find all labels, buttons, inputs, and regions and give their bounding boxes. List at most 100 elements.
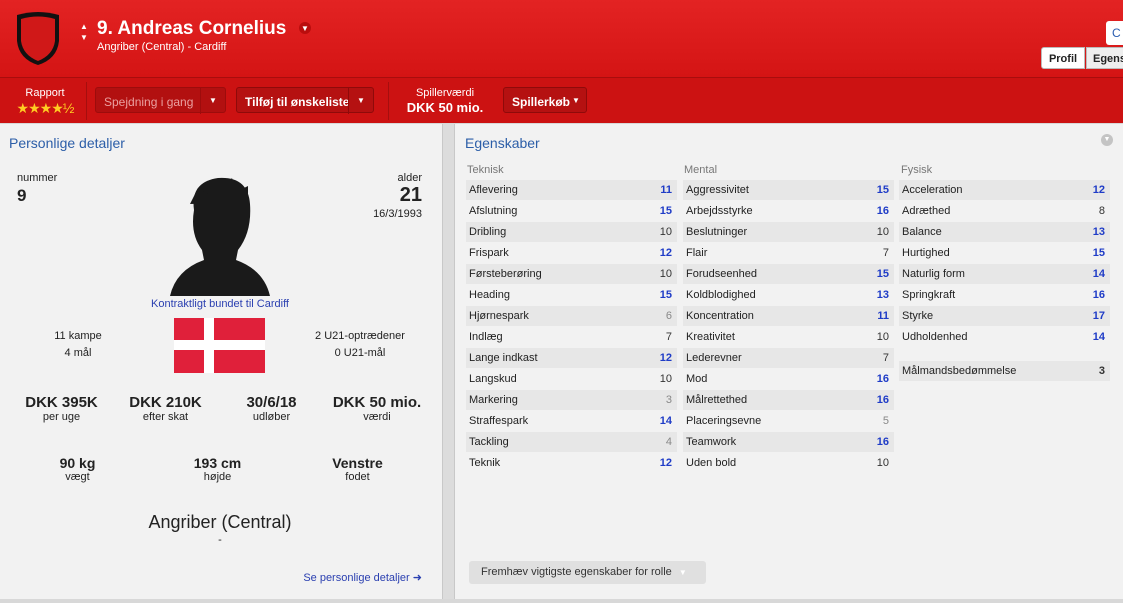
prev-next-player-arrows[interactable]: ▲ ▼ [80, 21, 90, 43]
attribute-row[interactable]: Dribling 10 [466, 222, 677, 242]
attribute-row[interactable]: Teamwork 16 [683, 432, 894, 452]
collapse-chevron-icon[interactable]: ▼ [1101, 134, 1113, 146]
wishlist-dropdown[interactable]: Tilføj til ønskeliste ▼ [236, 87, 374, 114]
attribute-row[interactable]: Frispark 12 [466, 243, 677, 263]
player-value-label: Spillerværdi [415, 87, 475, 99]
attribute-name: Mod [686, 373, 708, 385]
attribute-row[interactable]: Balance 13 [899, 222, 1110, 242]
contract-link[interactable]: Kontraktligt bundet til Cardiff [120, 298, 320, 310]
tab-egenskaber[interactable]: Egenskaber [1086, 47, 1123, 69]
attribute-row[interactable]: Langskud 10 [466, 369, 677, 389]
rating-stars[interactable]: ★★★★½ [12, 100, 78, 117]
attribute-row[interactable]: Beslutninger 10 [683, 222, 894, 242]
attributes-title: Egenskaber [465, 135, 540, 151]
attribute-row[interactable]: Afslutning 15 [466, 201, 677, 221]
scouting-dropdown[interactable]: Spejdning i gang ▼ [95, 87, 226, 114]
attribute-row[interactable]: Førsteberøring 10 [466, 264, 677, 284]
attribute-name: Naturlig form [902, 268, 965, 280]
attribute-row[interactable]: Heading 15 [466, 285, 677, 305]
attribute-row[interactable]: Målrettethed 16 [683, 390, 894, 410]
attribute-name: Heading [469, 289, 510, 301]
attribute-row[interactable]: Koldblodighed 13 [683, 285, 894, 305]
attributes-panel: Egenskaber ▼ Teknisk Mental Fysisk Aflev… [455, 124, 1123, 599]
chevron-down-icon[interactable]: ▼ [200, 88, 225, 114]
attribute-value: 5 [882, 415, 889, 427]
attribute-name: Udholdenhed [902, 331, 968, 343]
attribute-row[interactable]: Forudseenhed 15 [683, 264, 894, 284]
panel-divider[interactable] [442, 124, 455, 599]
attribute-row[interactable]: Markering 3 [466, 390, 677, 410]
attribute-value: 7 [882, 247, 889, 259]
attribute-value: 12 [659, 457, 672, 469]
panel-title[interactable]: Personlige detaljer [9, 135, 125, 151]
wage-value: DKK 395K [25, 394, 98, 411]
attribute-row[interactable]: Aggressivitet 15 [683, 180, 894, 200]
player-buy-label: Spillerkøb [512, 95, 571, 109]
tab-profil[interactable]: Profil [1041, 47, 1085, 69]
attribute-name: Tackling [469, 436, 509, 448]
separator [86, 82, 87, 120]
player-buy-dropdown[interactable]: Spillerkøb ▼ [503, 87, 587, 113]
attribute-value: 12 [659, 247, 672, 259]
attribute-row[interactable]: Udholdenhed 14 [899, 327, 1110, 347]
weight-stat: 90 kg vægt [30, 455, 125, 483]
attribute-name: Teamwork [686, 436, 737, 448]
separator [388, 82, 389, 120]
attribute-row[interactable]: Springkraft 16 [899, 285, 1110, 305]
attribute-value: 10 [659, 268, 672, 280]
attribute-row[interactable]: Styrke 17 [899, 306, 1110, 326]
attribute-row[interactable]: Aflevering 11 [466, 180, 677, 200]
attribute-row[interactable]: Koncentration 11 [683, 306, 894, 326]
attribute-name: Placeringsevne [686, 415, 762, 427]
attribute-row[interactable]: Mod 16 [683, 369, 894, 389]
attribute-row[interactable]: Placeringsevne 5 [683, 411, 894, 431]
technical-header: Teknisk [467, 164, 504, 176]
attribute-row[interactable]: Naturlig form 14 [899, 264, 1110, 284]
chevron-down-icon[interactable]: ▼ [566, 88, 586, 114]
attribute-name: Lange indkast [469, 352, 538, 364]
value-amount: DKK 50 mio. [332, 394, 422, 411]
report-label: Rapport [25, 87, 65, 99]
attribute-row[interactable]: Arbejdsstyrke 16 [683, 201, 894, 221]
player-position-club: Angriber (Central) - Cardiff [97, 41, 227, 53]
attribute-value: 16 [1092, 289, 1105, 301]
attribute-row[interactable]: Hjørnespark 6 [466, 306, 677, 326]
attribute-name: Frispark [469, 247, 509, 259]
attribute-value: 4 [665, 436, 672, 448]
attribute-row[interactable]: Indlæg 7 [466, 327, 677, 347]
contract-expiry-stat: 30/6/18 udløber [224, 394, 319, 423]
attribute-row[interactable]: Kreativitet 10 [683, 327, 894, 347]
attribute-value: 11 [660, 184, 672, 196]
attribute-row[interactable]: Flair 7 [683, 243, 894, 263]
weight-value: 90 kg [59, 455, 96, 471]
attribute-row[interactable]: Uden bold 10 [683, 453, 894, 473]
net-wage-value: DKK 210K [129, 394, 202, 411]
attribute-row[interactable]: Tackling 4 [466, 432, 677, 452]
contract-expiry-label: udløber [252, 411, 291, 423]
attribute-row[interactable]: Adræthed 8 [899, 201, 1110, 221]
age-label: alder [397, 172, 422, 184]
more-personal-details-link[interactable]: Se personlige detaljer ➜ [262, 571, 422, 584]
header-top-button[interactable]: C [1106, 21, 1123, 45]
attribute-value: 10 [876, 331, 889, 343]
wishlist-label: Tilføj til ønskeliste [245, 95, 350, 109]
attribute-row[interactable]: Lederevner 7 [683, 348, 894, 368]
player-menu-chevron-down-icon[interactable]: ▼ [299, 22, 311, 34]
attribute-name: Hjørnespark [469, 310, 529, 322]
attribute-row[interactable]: Hurtighed 15 [899, 243, 1110, 263]
highlight-role-attributes-button[interactable]: Fremhæv vigtigste egenskaber for rolle ▼ [469, 561, 706, 584]
chevron-down-icon[interactable]: ▼ [348, 88, 373, 114]
attribute-row[interactable]: Straffespark 14 [466, 411, 677, 431]
attribute-value: 7 [882, 352, 889, 364]
attribute-name: Dribling [469, 226, 507, 238]
attribute-value: 11 [877, 310, 889, 322]
attribute-value: 15 [659, 205, 672, 217]
attribute-name: Målmandsbedømmelse [902, 365, 1017, 377]
attribute-value: 12 [659, 352, 672, 364]
attribute-row[interactable]: Acceleration 12 [899, 180, 1110, 200]
attribute-name: Indlæg [469, 331, 503, 343]
attribute-row[interactable]: Lange indkast 12 [466, 348, 677, 368]
goalkeeper-rating-row[interactable]: Målmandsbedømmelse 3 [899, 361, 1110, 381]
attribute-value: 16 [876, 394, 889, 406]
attribute-row[interactable]: Teknik 12 [466, 453, 677, 473]
